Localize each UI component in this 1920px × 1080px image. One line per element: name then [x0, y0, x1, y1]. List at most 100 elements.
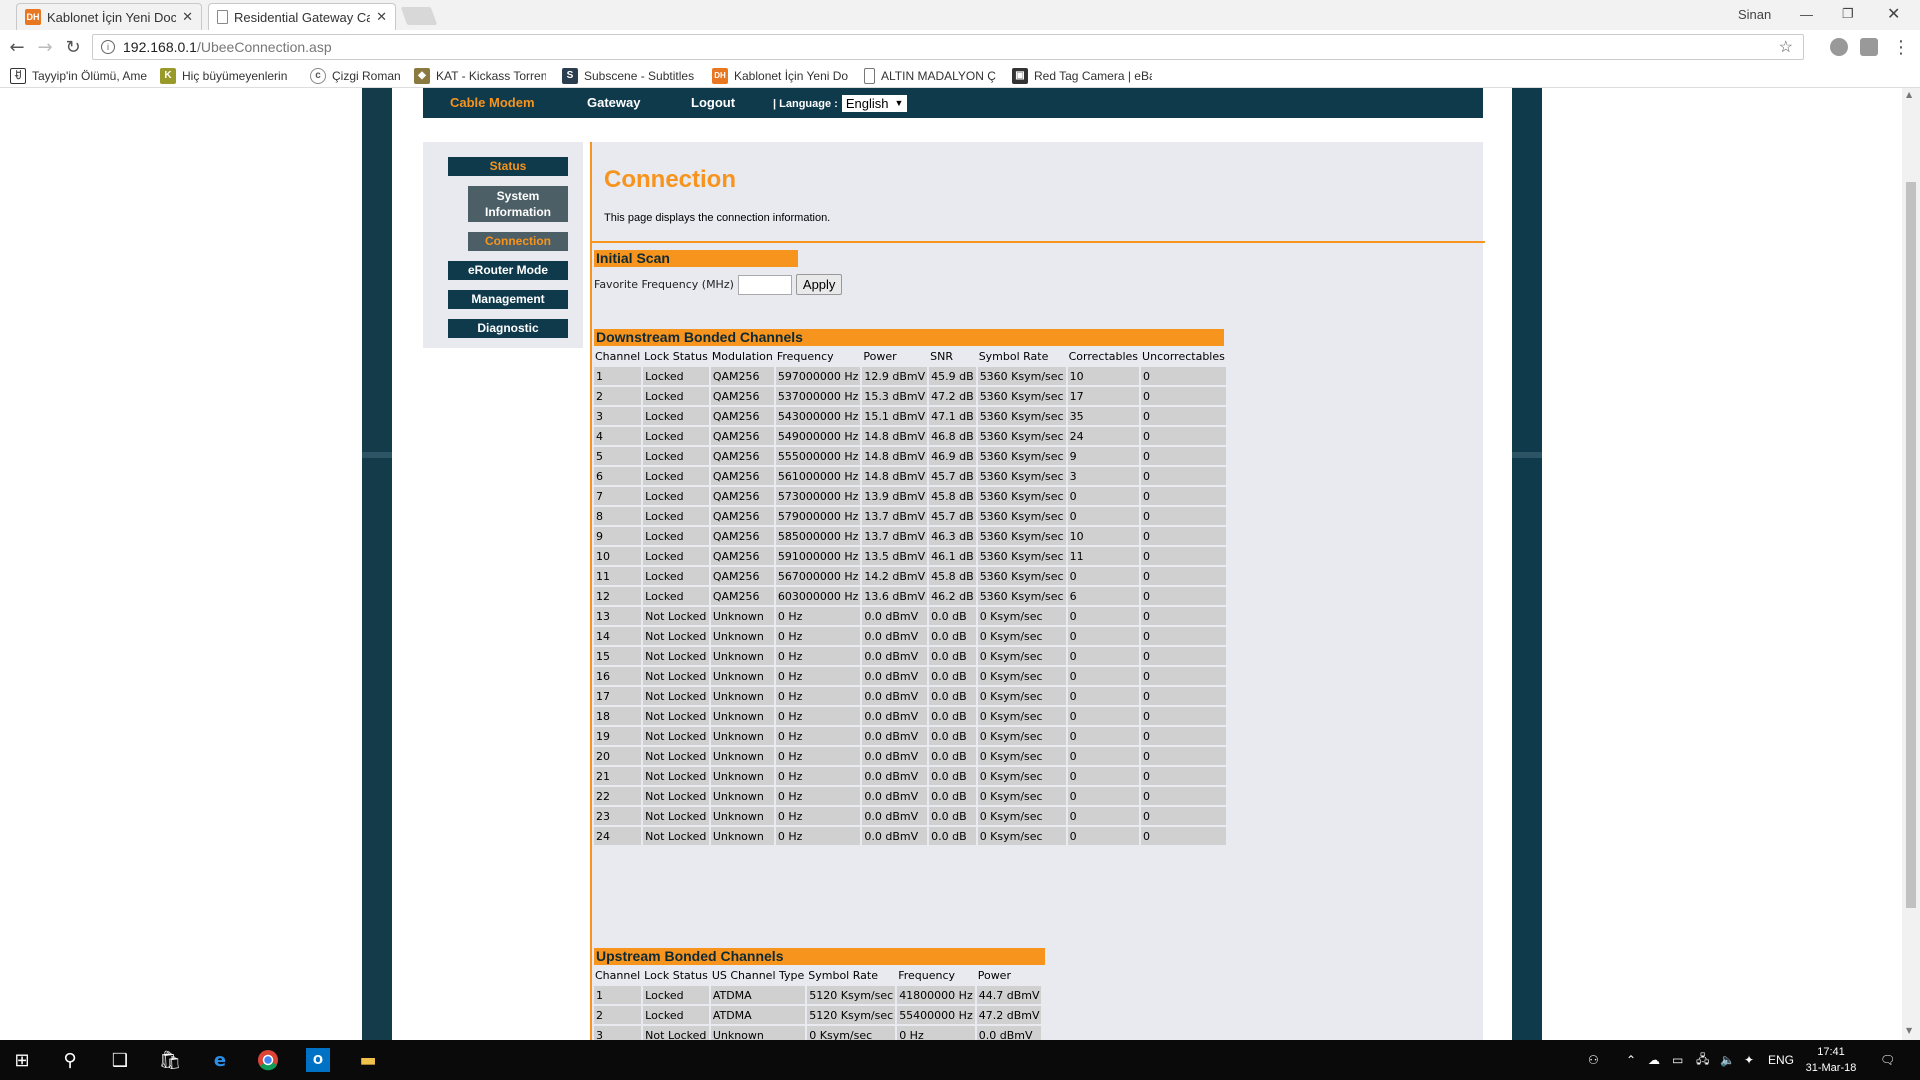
table-cell: 13: [594, 607, 642, 625]
bookmark-item[interactable]: DH Kablonet İçin Yeni Do: [712, 67, 848, 84]
page-title: Connection: [604, 166, 736, 193]
bookmark-item[interactable]: ▣ Red Tag Camera | eBa: [1012, 67, 1152, 84]
bookmark-item[interactable]: ◆ KAT - Kickass Torrent: [414, 67, 546, 84]
bookmark-item[interactable]: c Çizgi Roman: [310, 67, 410, 84]
taskbar-clock[interactable]: 17:41 31-Mar-18: [1800, 1044, 1862, 1076]
profile-name[interactable]: Sinan: [1738, 0, 1771, 28]
column-header: Frequency: [776, 349, 834, 363]
nav-system-information[interactable]: System Information: [468, 186, 568, 222]
table-cell: 5360 Ksym/sec: [977, 547, 1066, 565]
language-selector-group: | Language : English ▼: [773, 95, 908, 112]
dropbox-icon[interactable]: ✦: [1744, 1040, 1754, 1080]
table-row: 19 Not Locked Unknown 0 Hz 0.0 dBmV 0.0 dB 0 K…: [594, 727, 1226, 745]
reload-icon[interactable]: ↻: [62, 36, 84, 58]
nav-logout[interactable]: Logout: [691, 95, 735, 110]
menu-kebab-icon[interactable]: ⋮: [1890, 36, 1912, 58]
table-cell: Locked: [643, 367, 709, 385]
table-cell: 46.8 dB: [929, 427, 976, 445]
language-select[interactable]: English ▼: [841, 95, 908, 112]
nav-diagnostic[interactable]: Diagnostic: [448, 319, 568, 338]
tab-title: Kablonet İçin Yeni Docsis: [47, 9, 177, 25]
table-cell: 45.7 dB: [929, 467, 976, 485]
bookmark-item[interactable]: ALTIN MADALYON Ç: [864, 67, 996, 84]
back-arrow-icon[interactable]: ←: [6, 36, 28, 58]
dh-favicon-icon: DH: [25, 9, 41, 25]
table-cell: 6: [1067, 587, 1140, 605]
table-cell: 0 Ksym/sec: [977, 767, 1066, 785]
table-cell: Locked: [643, 527, 709, 545]
table-cell: 18: [594, 707, 642, 725]
table-cell: 0 Ksym/sec: [977, 627, 1066, 645]
bookmark-star-icon[interactable]: ☆: [1779, 37, 1793, 57]
address-bar[interactable]: i 192.168.0.1/UbeeConnection.asp ☆: [92, 34, 1804, 60]
table-cell: 0 Hz: [775, 607, 861, 625]
table-cell: 22: [594, 787, 642, 805]
chevron-up-icon[interactable]: ⌃: [1626, 1040, 1636, 1080]
table-cell: Not Locked: [643, 727, 709, 745]
new-tab-button[interactable]: [400, 7, 438, 25]
table-row: 24 Not Locked Unknown 0 Hz 0.0 dBmV 0.0 dB 0 K…: [594, 827, 1226, 845]
store-icon[interactable]: 🛍: [158, 1048, 182, 1072]
scroll-down-icon[interactable]: ▼: [1906, 1026, 1912, 1035]
table-cell: 0: [1067, 807, 1140, 825]
volume-icon[interactable]: 🔈: [1720, 1040, 1735, 1080]
language-indicator[interactable]: ENG: [1768, 1040, 1794, 1080]
outlook-icon[interactable]: O: [306, 1048, 330, 1072]
battery-icon[interactable]: ▭: [1672, 1040, 1683, 1080]
table-cell: 0 Hz: [775, 827, 861, 845]
network-icon[interactable]: 🖧: [1696, 1040, 1709, 1080]
nav-status[interactable]: Status: [448, 157, 568, 176]
bookmark-item[interactable]: K Hiç büyümeyenlerin: [160, 67, 298, 84]
close-tab-icon[interactable]: ✕: [182, 9, 193, 25]
task-view-icon[interactable]: ❑: [108, 1048, 132, 1072]
nav-management[interactable]: Management: [448, 290, 568, 309]
folder-icon[interactable]: ▬: [356, 1048, 380, 1072]
table-cell: 0: [1067, 787, 1140, 805]
extension-icon[interactable]: [1830, 38, 1848, 56]
tab-residential-gateway[interactable]: Residential Gateway Cab ✕: [208, 3, 396, 30]
table-cell: 0: [1141, 447, 1226, 465]
table-cell: 0: [1067, 687, 1140, 705]
column-header: Symbol Rate: [978, 349, 1049, 363]
search-icon[interactable]: ⚲: [58, 1048, 82, 1072]
table-cell: 45.9 dB: [929, 367, 976, 385]
apply-button[interactable]: Apply: [795, 274, 843, 295]
notifications-icon[interactable]: 🗨: [1880, 1040, 1895, 1080]
column-header: Correctables: [1068, 349, 1139, 363]
nav-cable-modem[interactable]: Cable Modem: [450, 95, 535, 110]
page-scrollbar[interactable]: ▲ ▼: [1902, 88, 1920, 1040]
people-icon[interactable]: ⚇: [1588, 1040, 1599, 1080]
minimize-icon[interactable]: —: [1800, 0, 1813, 28]
chrome-icon[interactable]: [256, 1048, 280, 1072]
table-cell: 45.8 dB: [929, 487, 976, 505]
windows-taskbar: ⊞ ⚲ ❑ 🛍 e O ▬ ⚇ ⌃ ☁ ▭ 🖧 🔈 ✦ ENG 17:41 31…: [0, 1040, 1920, 1080]
scroll-up-icon[interactable]: ▲: [1906, 90, 1912, 99]
nav-erouter-mode[interactable]: eRouter Mode: [448, 261, 568, 280]
favorite-frequency-input[interactable]: [737, 274, 792, 295]
table-cell: Locked: [643, 567, 709, 585]
shield-extension-icon[interactable]: [1860, 38, 1878, 56]
restore-icon[interactable]: ❐: [1842, 0, 1854, 28]
nav-connection[interactable]: Connection: [468, 232, 568, 251]
table-cell: 0.0 dB: [929, 827, 976, 845]
bookmark-item[interactable]: S Subscene - Subtitles: [562, 67, 694, 84]
forward-arrow-icon[interactable]: →: [34, 36, 56, 58]
table-cell: 0.0 dBmV: [862, 767, 928, 785]
cloud-icon[interactable]: ☁: [1648, 1040, 1660, 1080]
bookmark-item[interactable]: ꀀ Tayyip'in Ölümü, Ame: [10, 67, 150, 84]
info-icon[interactable]: i: [101, 40, 115, 54]
table-cell: 3: [594, 407, 642, 425]
tab-kablonet[interactable]: DH Kablonet İçin Yeni Docsis ✕: [16, 3, 202, 30]
nav-gateway[interactable]: Gateway: [587, 95, 640, 110]
close-window-icon[interactable]: ✕: [1887, 0, 1900, 28]
table-cell: Not Locked: [643, 707, 709, 725]
table-cell: 0 Hz: [775, 807, 861, 825]
scrollbar-thumb[interactable]: [1906, 182, 1916, 908]
windows-start-icon[interactable]: ⊞: [10, 1048, 34, 1072]
table-cell: Not Locked: [643, 607, 709, 625]
dh-favicon-icon: DH: [712, 67, 728, 84]
table-cell: Not Locked: [643, 827, 709, 845]
table-cell: Unknown: [710, 787, 774, 805]
edge-icon[interactable]: e: [208, 1048, 232, 1072]
close-tab-icon[interactable]: ✕: [376, 9, 387, 25]
